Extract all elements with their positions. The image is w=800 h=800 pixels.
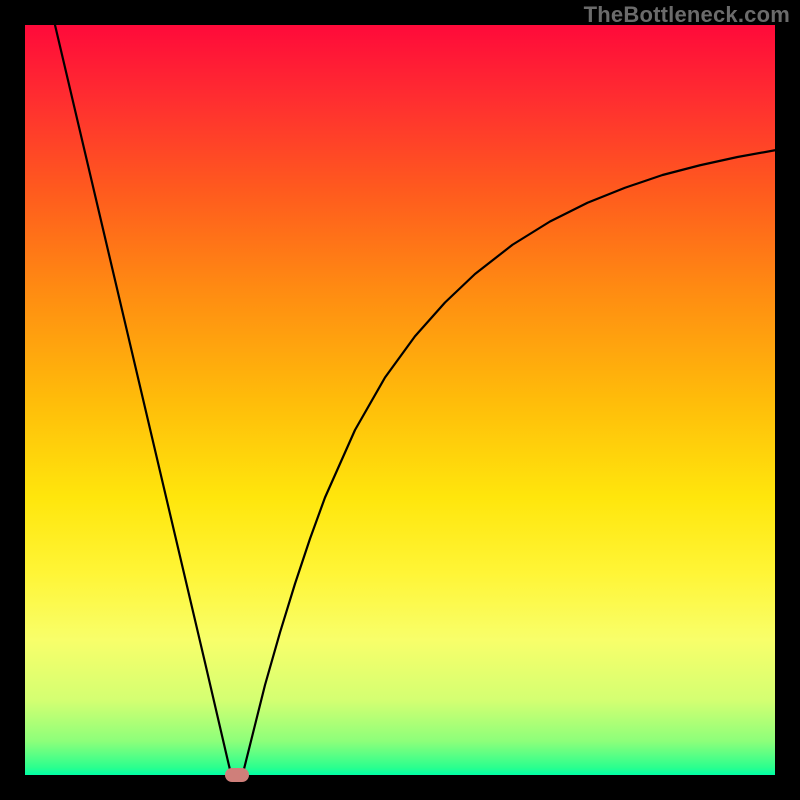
chart-svg — [0, 0, 800, 800]
plot-background — [25, 25, 775, 775]
chart-container: TheBottleneck.com — [0, 0, 800, 800]
